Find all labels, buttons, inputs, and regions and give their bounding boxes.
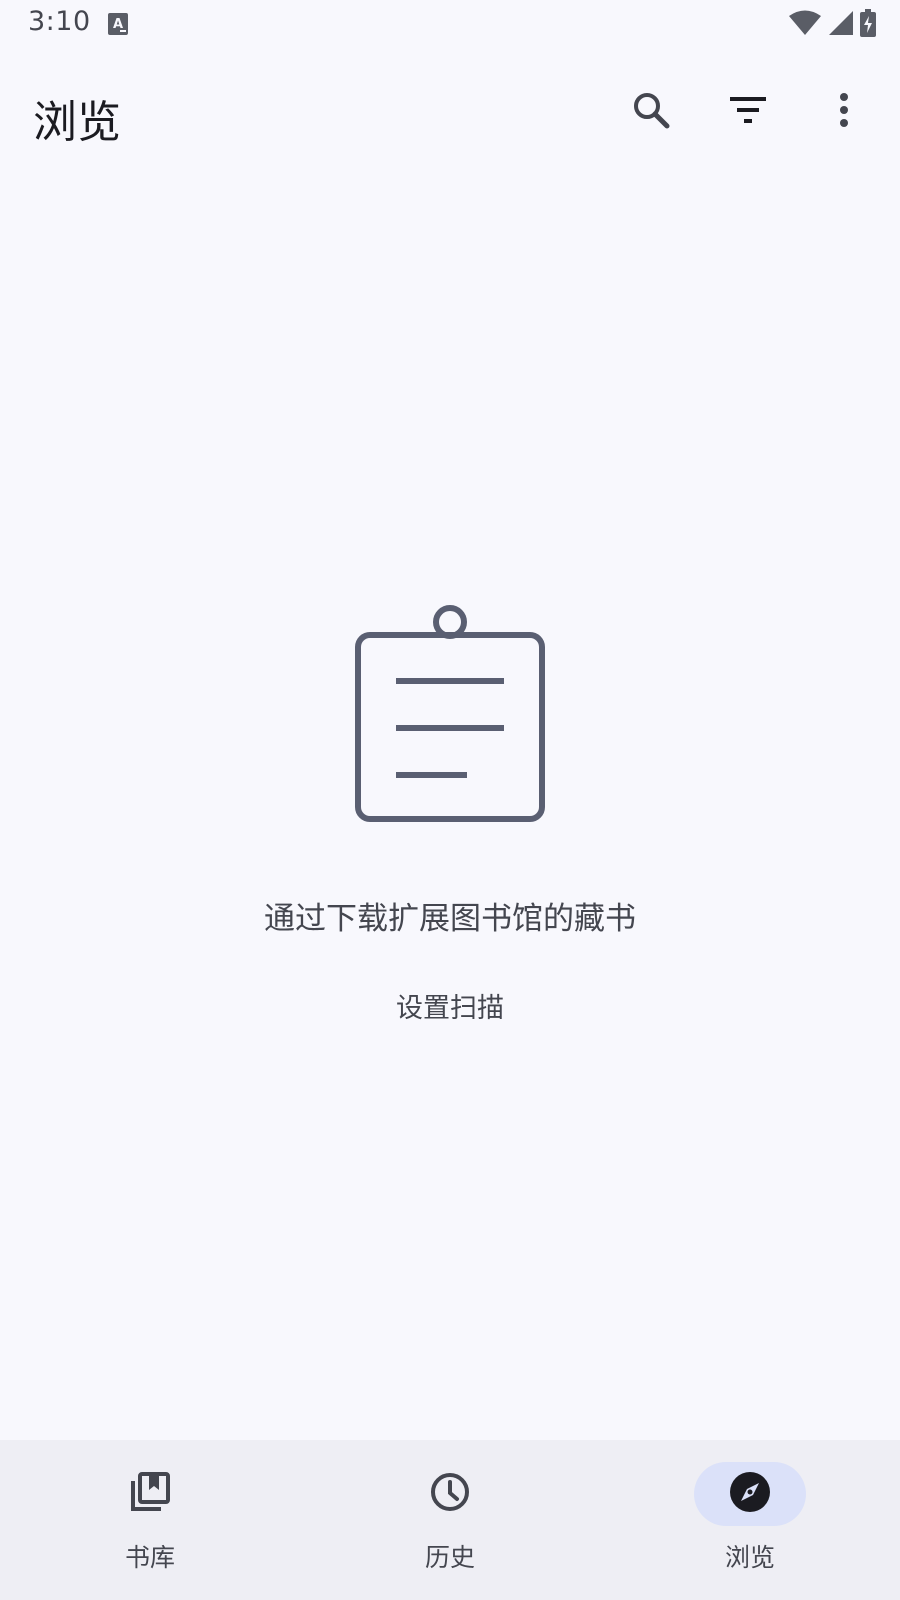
nav-item-history[interactable]: 历史 [300,1462,600,1582]
library-books-icon [129,1471,171,1517]
search-icon [631,90,671,134]
filter-button[interactable] [716,80,780,144]
nav-label-browse: 浏览 [724,1543,775,1572]
status-bar: 3:10 A [0,0,900,50]
empty-message: 通过下载扩展图书馆的藏书 [264,901,636,937]
nav-indicator [394,1462,506,1526]
signal-icon [828,10,854,40]
nav-label-history: 历史 [424,1543,475,1572]
page-title: 浏览 [33,97,121,148]
nav-indicator-active [694,1462,806,1526]
a-text-icon: A [108,13,128,35]
status-time: 3:10 [28,6,91,37]
explore-compass-icon [729,1471,771,1517]
nav-label-library: 书库 [124,1543,175,1572]
clipboard-list-icon [0,605,900,827]
history-clock-icon [429,1471,471,1517]
nav-indicator [94,1462,206,1526]
empty-state: 通过下载扩展图书馆的藏书 设置扫描 [0,605,900,1029]
setup-scan-button[interactable]: 设置扫描 [386,982,514,1029]
nav-item-library[interactable]: 书库 [0,1462,300,1582]
top-app-bar: 浏览 [0,62,900,162]
wifi-icon [788,10,822,40]
search-button[interactable] [619,80,683,144]
bottom-navigation: 书库 历史 浏览 [0,1440,900,1600]
battery-charging-icon [860,9,876,41]
more-options-button[interactable] [812,80,876,144]
svg-text:A: A [113,17,123,32]
more-vert-icon [838,92,850,132]
status-icons [788,9,876,41]
filter-icon [728,95,768,129]
nav-item-browse[interactable]: 浏览 [600,1462,900,1582]
